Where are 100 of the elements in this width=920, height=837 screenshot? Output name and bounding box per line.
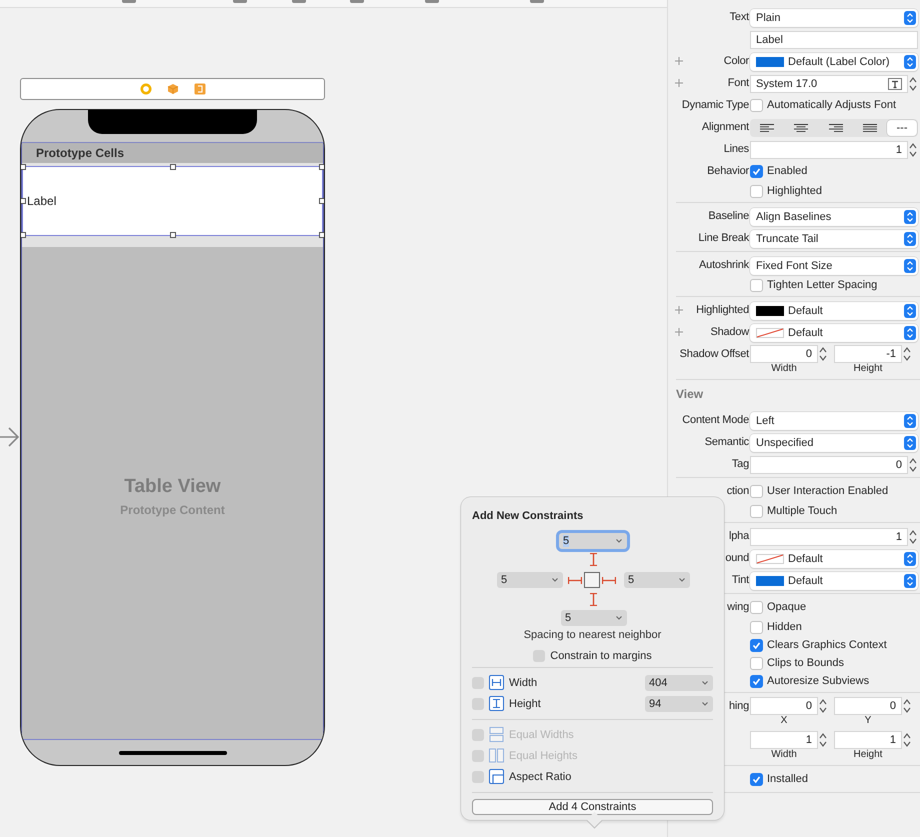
number-field[interactable]: 1 bbox=[750, 528, 908, 546]
chevron-icon bbox=[904, 414, 916, 428]
field-label: Alignment bbox=[702, 121, 749, 133]
field-label: Content Mode bbox=[682, 414, 749, 426]
checkbox[interactable]: Opaque bbox=[750, 600, 806, 614]
number-field[interactable]: 1 bbox=[834, 731, 902, 749]
size-combo-box[interactable]: 404 bbox=[645, 674, 713, 690]
checkmark-icon bbox=[751, 166, 762, 176]
spacing-combo-box[interactable]: 5 bbox=[624, 572, 690, 588]
number-field[interactable]: 0 bbox=[750, 456, 908, 474]
chevron-icon bbox=[904, 436, 916, 450]
field-label: Baseline bbox=[708, 210, 749, 222]
popup-button[interactable]: Align Baselines bbox=[750, 208, 918, 226]
text-field[interactable]: Label bbox=[750, 31, 918, 49]
field-label: Font bbox=[728, 77, 749, 89]
chevron-icon bbox=[904, 55, 916, 69]
popup-button[interactable]: Truncate Tail bbox=[750, 230, 918, 248]
size-combo-box[interactable]: 94 bbox=[645, 696, 713, 712]
stepper-icon[interactable] bbox=[818, 697, 828, 715]
stepper-icon[interactable] bbox=[902, 697, 912, 715]
popup-button[interactable]: Left bbox=[750, 412, 918, 430]
entry-arrow-icon bbox=[0, 425, 20, 449]
checkbox[interactable]: Constrain to margins bbox=[533, 650, 652, 662]
cell-label: Label bbox=[27, 194, 56, 208]
field-caption: Width bbox=[771, 363, 797, 375]
number-field[interactable]: 0 bbox=[750, 345, 818, 363]
number-field[interactable]: 1 bbox=[750, 731, 818, 749]
chevron-icon bbox=[904, 552, 916, 566]
popup-button[interactable]: Fixed Font Size bbox=[750, 257, 918, 275]
stepper-icon[interactable] bbox=[818, 345, 828, 363]
field-label: Dynamic Type bbox=[682, 99, 749, 111]
number-field[interactable]: 0 bbox=[750, 697, 818, 715]
add-constraints-button[interactable]: Add 4 Constraints bbox=[472, 799, 713, 815]
checkbox[interactable]: Multiple Touch bbox=[750, 504, 838, 518]
popup-button[interactable]: Default bbox=[750, 550, 918, 568]
resize-handle[interactable] bbox=[170, 232, 176, 238]
checkbox[interactable]: User Interaction Enabled bbox=[750, 484, 888, 498]
stepper-icon[interactable] bbox=[908, 528, 918, 546]
field-caption: X bbox=[780, 715, 788, 727]
popup-button[interactable]: Unspecified bbox=[750, 434, 918, 452]
popup-button[interactable]: Default bbox=[750, 572, 918, 590]
checkbox[interactable]: Autoresize Subviews bbox=[750, 674, 870, 688]
chevron-icon bbox=[904, 259, 916, 273]
strut-icon[interactable] bbox=[602, 576, 616, 584]
checkbox[interactable]: Hidden bbox=[750, 620, 802, 634]
spacing-combo-box[interactable]: 5 bbox=[497, 572, 563, 588]
stepper-icon[interactable] bbox=[908, 141, 918, 159]
field-label: Tag bbox=[732, 458, 749, 470]
cube-icon[interactable] bbox=[166, 83, 178, 95]
field-label: Highlighted bbox=[696, 304, 749, 316]
field-label: wing bbox=[727, 601, 749, 613]
popup-button[interactable]: Default bbox=[750, 324, 918, 342]
field-label: Behavior bbox=[707, 165, 749, 177]
resize-handle[interactable] bbox=[319, 198, 324, 204]
stepper-icon[interactable] bbox=[902, 345, 912, 363]
checkbox[interactable]: Installed bbox=[750, 772, 808, 786]
strut-icon[interactable] bbox=[589, 553, 598, 566]
resize-handle[interactable] bbox=[319, 164, 324, 170]
stepper-icon[interactable] bbox=[902, 731, 912, 749]
popup-button[interactable]: Plain bbox=[750, 9, 918, 27]
number-field[interactable]: 1 bbox=[750, 141, 908, 159]
popup-button[interactable]: Default (Label Color) bbox=[750, 53, 918, 71]
field-label: lpha bbox=[729, 530, 749, 542]
number-field[interactable]: 0 bbox=[834, 697, 902, 715]
strut-icon[interactable] bbox=[589, 593, 598, 606]
field-label: Line Break bbox=[698, 232, 749, 244]
alignment-segment[interactable]: --- bbox=[887, 120, 917, 136]
field-label: ction bbox=[726, 485, 749, 497]
resize-handle[interactable] bbox=[21, 232, 26, 238]
strut-icon[interactable] bbox=[568, 576, 582, 584]
field-label: Lines bbox=[724, 143, 749, 155]
stepper-icon[interactable] bbox=[908, 75, 918, 93]
chevron-icon bbox=[904, 326, 916, 340]
checkbox[interactable]: Height bbox=[472, 696, 541, 711]
stepper-icon[interactable] bbox=[818, 731, 828, 749]
font-field[interactable]: System 17.0 bbox=[750, 75, 908, 93]
field-caption: Height bbox=[854, 749, 882, 761]
spacing-caption: Spacing to nearest neighbor bbox=[522, 629, 662, 641]
side-bars-icon bbox=[489, 748, 504, 763]
checkbox[interactable]: Clears Graphics Context bbox=[750, 638, 887, 652]
checkbox[interactable]: Highlighted bbox=[750, 184, 822, 198]
resize-handle[interactable] bbox=[319, 232, 324, 238]
popup-button[interactable]: Default bbox=[750, 302, 918, 320]
checkmark-icon bbox=[751, 774, 762, 784]
chevron-icon bbox=[904, 304, 916, 318]
checkbox[interactable]: Clips to Bounds bbox=[750, 656, 844, 670]
spacing-combo-box[interactable]: 5 bbox=[559, 533, 627, 549]
checkbox[interactable]: Automatically Adjusts Font bbox=[750, 98, 896, 112]
resize-handle[interactable] bbox=[170, 164, 176, 170]
spacing-combo-box[interactable]: 5 bbox=[561, 610, 627, 626]
checkbox[interactable]: Aspect Ratio bbox=[472, 769, 572, 784]
resize-handle[interactable] bbox=[21, 198, 26, 204]
checkbox[interactable]: Enabled bbox=[750, 164, 808, 178]
checkbox[interactable]: Width bbox=[472, 675, 538, 690]
chevron-icon bbox=[904, 232, 916, 246]
resize-handle[interactable] bbox=[21, 164, 26, 170]
number-field[interactable]: -1 bbox=[834, 345, 902, 363]
stepper-icon[interactable] bbox=[908, 456, 918, 474]
checkbox[interactable]: Tighten Letter Spacing bbox=[750, 278, 878, 292]
popover-title: Add New Constraints bbox=[472, 510, 584, 522]
